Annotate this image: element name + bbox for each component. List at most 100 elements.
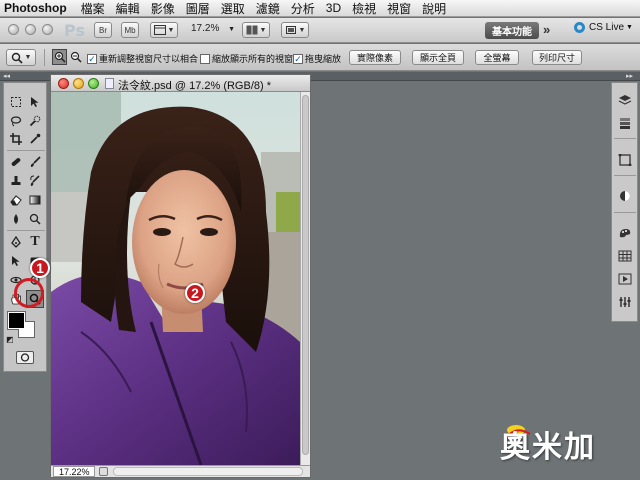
zoom-all-windows-checkbox[interactable]: 縮放顯示所有的視窗 [200,52,293,65]
menu-window[interactable]: 視窗 [387,0,411,17]
status-info-icon[interactable] [99,467,108,476]
callout-1: 1 [30,258,50,278]
menu-filter[interactable]: 濾鏡 [256,0,280,17]
bridge-icon: Br [99,25,107,35]
resize-windows-label: 重新調整視窗尺寸以相合 [99,54,199,64]
cs-live-label: CS Live [589,22,625,33]
menu-file[interactable]: 檔案 [81,0,105,17]
workspace-essentials-button[interactable]: 基本功能 [485,22,539,39]
move-tool[interactable] [26,93,44,111]
adjustments-icon [618,154,632,166]
callout-2: 2 [185,283,205,303]
actual-pixels-button[interactable]: 實際像素 [349,50,401,65]
photoshop-logo: Ps [64,21,85,40]
menu-analysis[interactable]: 分析 [291,0,315,17]
close-document-button[interactable] [58,78,69,89]
eyedropper-tool[interactable] [26,130,44,148]
gradient-tool[interactable] [26,191,44,209]
document-zoom-field[interactable]: 17.22% [53,466,95,477]
zoom-in-mode-button[interactable] [52,49,67,65]
more-workspaces-button[interactable]: » [543,22,550,37]
fit-screen-button[interactable]: 顯示全頁 [412,50,464,65]
scrubby-zoom-checkbox[interactable]: ✓ 拖曳縮放 [293,52,341,65]
swatches-icon [619,229,631,238]
zoom-document-button[interactable] [88,78,99,89]
minimize-window-button[interactable] [25,24,36,35]
print-size-button[interactable]: 列印尺寸 [532,50,582,65]
zoom-all-windows-label: 縮放顯示所有的視窗 [212,54,294,64]
move-icon [31,97,39,107]
blur-icon [14,214,18,224]
application-bar: Ps Br Mb ▼ 17.2% ▼ ▼ ▼ 基本功能 » CS Live ▼ [0,18,640,43]
quick-mask-button[interactable] [16,351,34,364]
zoom-window-button[interactable] [42,24,53,35]
menu-help[interactable]: 說明 [422,0,446,17]
color-panel-button[interactable] [617,249,633,263]
history-brush-tool[interactable] [26,172,44,190]
zoom-out-mode-button[interactable] [68,49,83,65]
collapse-right-icon[interactable]: ▸▸ [626,72,633,80]
healing-brush-tool[interactable] [7,153,25,171]
watermark-text: 奧米加 [500,430,596,465]
actions-panel-button[interactable] [617,272,633,286]
cs-live-icon [574,22,585,33]
launch-bridge-button[interactable]: Br [94,22,112,38]
screen-mode-icon [285,26,296,34]
pen-tool[interactable] [7,233,25,251]
adjustments-panel-button[interactable] [617,153,633,167]
app-menu[interactable]: Photoshop [4,1,67,15]
foreground-color-swatch-top[interactable] [8,312,25,329]
dodge-icon [29,213,41,225]
scroll-thumb[interactable] [302,95,309,455]
horizontal-scrollbar[interactable] [113,467,303,476]
cs-live-button[interactable]: CS Live ▼ [574,22,633,33]
screen-mode-button[interactable]: ▼ [281,22,309,38]
document-status-bar: 17.22% [51,465,310,477]
healing-brush-icon [11,158,21,166]
actions-icon [618,273,632,285]
portrait-photo [51,92,300,465]
close-window-button[interactable] [8,24,19,35]
clone-stamp-tool[interactable] [7,172,25,190]
menu-edit[interactable]: 編輯 [116,0,140,17]
swatches-panel-button[interactable] [617,226,633,240]
tool-preset-picker[interactable]: ▼ [6,49,36,66]
zoom-icon [11,52,23,64]
fill-screen-button[interactable]: 全螢幕 [475,50,519,65]
marquee-tool[interactable] [7,93,25,111]
color-icon [618,250,632,262]
options-bar: ▼ ✓ 重新調整視窗尺寸以相合 縮放顯示所有的視窗 ✓ 拖曳縮放 實際像素 顯示… [0,44,640,71]
brush-tool[interactable] [26,153,44,171]
crop-tool[interactable] [7,130,25,148]
masks-panel-button[interactable] [617,189,633,203]
menu-layer[interactable]: 圖層 [186,0,210,17]
menu-3d[interactable]: 3D [326,1,341,15]
path-select-tool[interactable] [7,252,25,270]
resize-windows-checkbox[interactable]: ✓ 重新調整視窗尺寸以相合 [87,52,198,65]
image-canvas[interactable] [51,92,300,465]
document-title-bar[interactable]: 法令紋.psd @ 17.2% (RGB/8) * [51,75,310,92]
eraser-tool[interactable] [7,191,25,209]
channels-panel-button[interactable] [617,116,633,130]
zoom-level-select[interactable]: 17.2% ▼ [191,23,235,34]
arrange-documents-button[interactable]: ▼ [242,22,270,38]
lasso-tool[interactable] [7,112,25,130]
menu-select[interactable]: 選取 [221,0,245,17]
minimize-document-button[interactable] [73,78,84,89]
quick-select-tool[interactable] [26,112,44,130]
styles-panel-button[interactable] [617,295,633,309]
default-colors-icon[interactable]: ◩ [6,335,14,344]
launch-minibridge-button[interactable]: Mb [121,22,139,38]
clone-stamp-icon [11,176,21,185]
vertical-scrollbar[interactable] [300,92,310,465]
menu-view[interactable]: 檢視 [352,0,376,17]
layers-panel-button[interactable] [617,93,633,107]
styles-icon [619,297,631,307]
blur-tool[interactable] [7,210,25,228]
collapse-left-icon[interactable]: ◂◂ [3,72,10,80]
view-extras-icon [153,25,166,35]
menu-image[interactable]: 影像 [151,0,175,17]
dodge-tool[interactable] [26,210,44,228]
type-tool[interactable]: T [26,233,44,251]
view-extras-button[interactable]: ▼ [150,22,178,38]
